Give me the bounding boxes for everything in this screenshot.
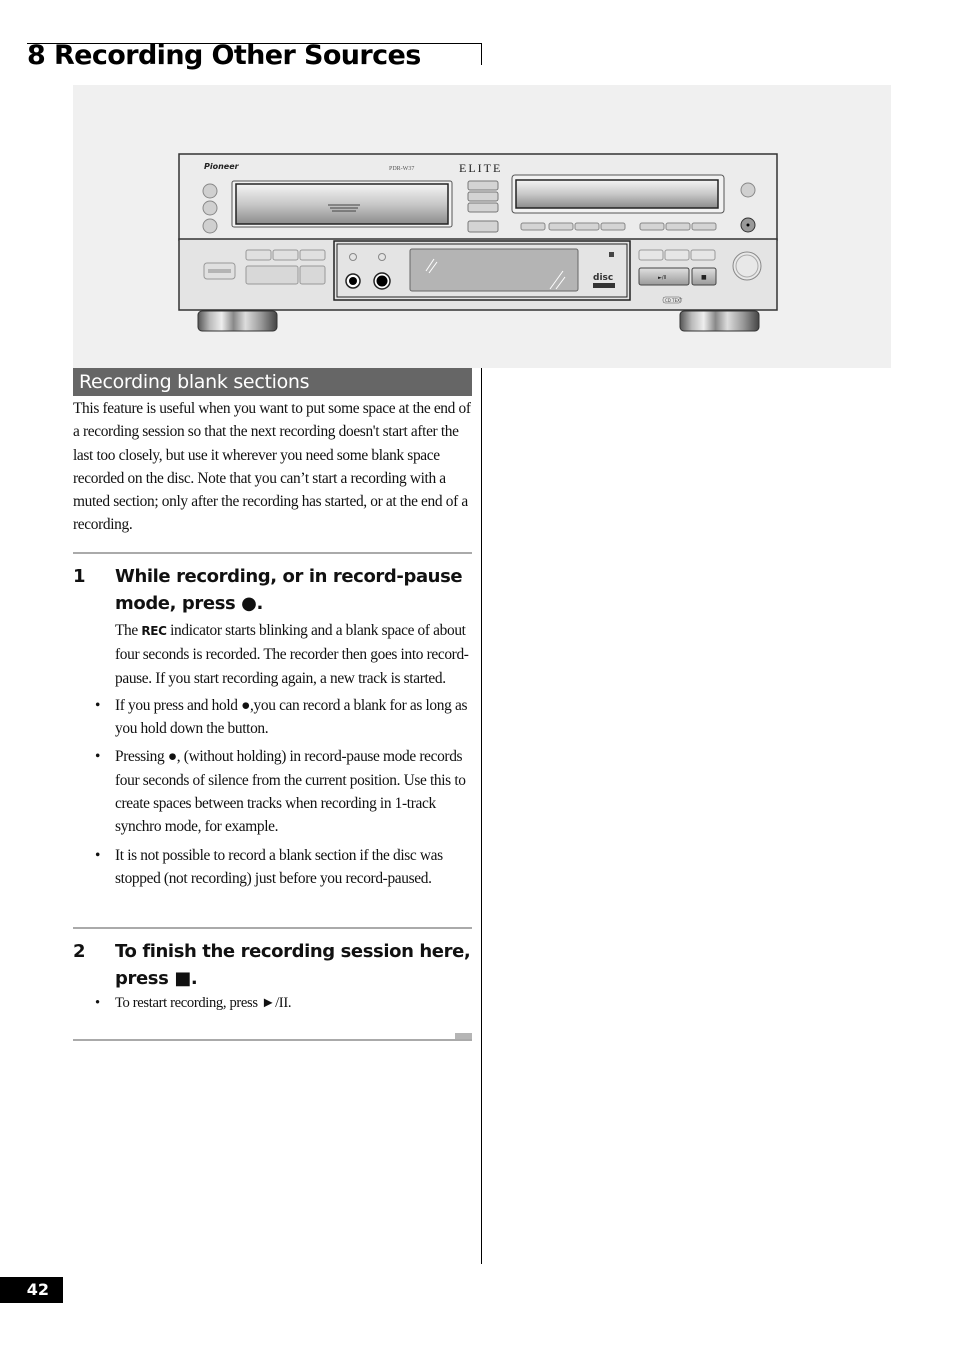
foot-right [679, 310, 760, 332]
column-divider [481, 368, 482, 1264]
step-2: 2 To finish the recording session here, … [73, 938, 473, 1020]
bullet-icon: • [95, 696, 101, 714]
step-description: The REC indicator starts blinking and a … [115, 622, 469, 687]
intro-paragraph: This feature is useful when you want to … [73, 400, 471, 534]
chapter-header-rule-end [481, 43, 482, 65]
left-button-2 [202, 200, 218, 216]
section-header-bar: Recording blank sections [73, 368, 472, 396]
svg-text:■: ■ [701, 274, 707, 281]
volume-knob [732, 251, 762, 281]
step-divider-1 [73, 552, 472, 554]
step-1: 1 While recording, or in record-pause mo… [73, 563, 473, 895]
bullet-icon: • [95, 846, 101, 864]
step-number: 2 [73, 941, 86, 962]
step-title: While recording, or in record-pause mode… [115, 566, 463, 614]
cd-text-logo: CD TEXT [665, 298, 683, 303]
step-1-notes: • If you press and hold ●,you can record … [95, 694, 473, 890]
step-divider-2 [73, 927, 472, 929]
page-number-badge: 42 [0, 1277, 63, 1303]
illustration-panel: Pioneer PDR-W37 ELITE disc ►/II ■ CD TEX… [73, 85, 891, 368]
section-end-rule [73, 1039, 472, 1041]
svg-text:►/II: ►/II [658, 275, 666, 281]
chapter-title: 8 Recording Other Sources [27, 40, 421, 71]
power-button [202, 183, 218, 199]
note-item: • It is not possible to record a blank se… [95, 844, 473, 891]
note-item: • If you press and hold ●,you can record … [95, 694, 473, 741]
model-label: PDR-W37 [389, 166, 414, 172]
bullet-icon: • [95, 995, 100, 1011]
left-button-3 [202, 218, 218, 234]
step-title: To finish the recording session here, pr… [115, 941, 471, 989]
note-item: • To restart recording, press ►/II. [95, 992, 473, 1015]
step-number: 1 [73, 566, 86, 587]
bullet-icon: • [95, 748, 101, 766]
disc-logo: disc [593, 273, 613, 283]
section-end-marker [455, 1033, 472, 1039]
note-item: • Pressing ●, (without holding) in record… [95, 745, 473, 838]
section-title: Recording blank sections [79, 371, 310, 393]
page-number: 42 [26, 1280, 49, 1299]
rec-indicator-label: REC [141, 624, 167, 638]
cd-recorder-illustration: Pioneer PDR-W37 ELITE disc ►/II ■ CD TEX… [178, 153, 778, 311]
foot-left [197, 310, 278, 332]
brand-logo: Pioneer [204, 162, 240, 171]
series-logo: ELITE [459, 161, 502, 175]
step-2-notes: • To restart recording, press ►/II. [95, 992, 473, 1015]
